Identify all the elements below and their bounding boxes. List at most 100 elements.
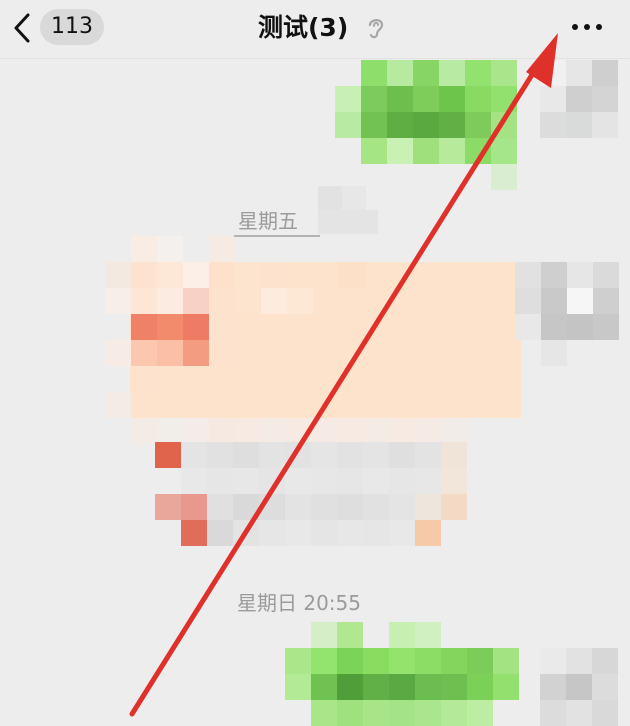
mosaic-block xyxy=(391,262,417,288)
mosaic-block xyxy=(541,340,567,366)
mosaic-block xyxy=(157,392,183,418)
mosaic-block xyxy=(566,60,592,86)
mosaic-block xyxy=(439,60,465,86)
mosaic-block xyxy=(313,314,339,340)
mosaic-block xyxy=(389,494,415,520)
mosaic-block xyxy=(157,418,183,444)
mosaic-block xyxy=(469,288,495,314)
mosaic-block xyxy=(233,520,259,546)
mosaic-block xyxy=(441,442,467,468)
mosaic-block xyxy=(337,494,363,520)
mosaic-block xyxy=(467,648,493,674)
mosaic-block xyxy=(313,366,339,392)
mosaic-block xyxy=(417,262,443,288)
mosaic-block xyxy=(415,468,441,494)
mosaic-block xyxy=(337,622,363,648)
mosaic-block xyxy=(209,366,235,392)
mosaic-block xyxy=(155,442,181,468)
more-dots-icon xyxy=(572,24,578,30)
mosaic-block xyxy=(515,262,541,288)
mosaic-block xyxy=(209,314,235,340)
mosaic-block xyxy=(209,236,235,262)
mosaic-block xyxy=(465,60,491,86)
mosaic-block xyxy=(593,314,619,340)
mosaic-block xyxy=(540,112,566,138)
mosaic-block xyxy=(287,340,313,366)
mosaic-block xyxy=(361,86,387,112)
mosaic-block xyxy=(261,392,287,418)
mosaic-block xyxy=(105,288,131,314)
mosaic-block xyxy=(313,340,339,366)
mosaic-block xyxy=(389,622,415,648)
mosaic-block xyxy=(261,288,287,314)
mosaic-block xyxy=(467,674,493,700)
mosaic-block xyxy=(105,340,131,366)
mosaic-block xyxy=(181,520,207,546)
more-dots-icon xyxy=(584,24,590,30)
timestamp-underline xyxy=(234,235,320,237)
mosaic-block xyxy=(285,648,311,674)
message-list[interactable]: 星期五 星期日 20:55 xyxy=(0,59,630,726)
mosaic-block xyxy=(157,340,183,366)
mosaic-block xyxy=(311,622,337,648)
mosaic-block xyxy=(441,648,467,674)
mosaic-block xyxy=(131,392,157,418)
mosaic-block xyxy=(261,366,287,392)
mosaic-block xyxy=(339,314,365,340)
mosaic-block xyxy=(335,112,361,138)
mosaic-block xyxy=(365,288,391,314)
mosaic-block xyxy=(541,262,567,288)
mosaic-block xyxy=(311,468,337,494)
mosaic-block xyxy=(567,314,593,340)
mosaic-block xyxy=(417,340,443,366)
mosaic-block xyxy=(391,340,417,366)
mosaic-block xyxy=(285,442,311,468)
mosaic-block xyxy=(391,314,417,340)
mosaic-block xyxy=(567,262,593,288)
mosaic-block xyxy=(311,648,337,674)
mosaic-block xyxy=(363,520,389,546)
mosaic-block xyxy=(157,236,183,262)
mosaic-block xyxy=(313,262,339,288)
mosaic-block xyxy=(566,86,592,112)
mosaic-block xyxy=(540,700,566,726)
mosaic-block xyxy=(365,340,391,366)
mosaic-block xyxy=(361,112,387,138)
mosaic-block xyxy=(318,186,342,210)
timestamp-label: 星期五 xyxy=(238,209,298,233)
unread-count-badge[interactable]: 113 xyxy=(40,9,104,45)
mosaic-block xyxy=(439,112,465,138)
mosaic-block xyxy=(363,648,389,674)
mosaic-block xyxy=(287,262,313,288)
mosaic-block xyxy=(131,418,157,444)
mosaic-block xyxy=(311,520,337,546)
mosaic-block xyxy=(415,442,441,468)
mosaic-block xyxy=(465,86,491,112)
mosaic-block xyxy=(415,494,441,520)
mosaic-block xyxy=(183,366,209,392)
mosaic-block xyxy=(335,86,361,112)
mosaic-block xyxy=(361,60,387,86)
mosaic-block xyxy=(181,442,207,468)
mosaic-block xyxy=(443,366,469,392)
mosaic-block xyxy=(337,442,363,468)
mosaic-block xyxy=(365,392,391,418)
mosaic-block xyxy=(417,288,443,314)
mosaic-block xyxy=(391,288,417,314)
mosaic-block xyxy=(337,700,363,726)
mosaic-block xyxy=(259,520,285,546)
mosaic-block xyxy=(592,86,618,112)
chevron-left-icon[interactable] xyxy=(10,11,34,45)
mosaic-block xyxy=(337,468,363,494)
mosaic-block xyxy=(515,288,541,314)
mosaic-block xyxy=(313,392,339,418)
mosaic-block xyxy=(207,494,233,520)
mosaic-block xyxy=(287,418,313,444)
mosaic-block xyxy=(443,314,469,340)
mosaic-block xyxy=(467,700,493,726)
mosaic-block xyxy=(443,288,469,314)
mosaic-block xyxy=(157,314,183,340)
mosaic-block xyxy=(491,138,517,164)
more-button[interactable] xyxy=(566,14,608,40)
mosaic-block xyxy=(259,494,285,520)
